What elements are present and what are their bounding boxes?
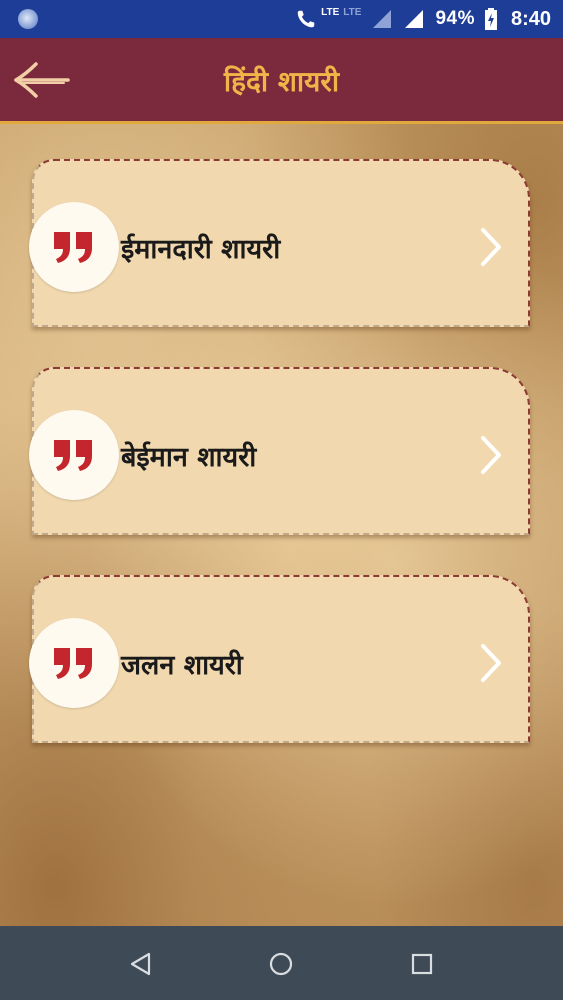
- system-navigation-bar: [0, 926, 563, 1000]
- quote-badge: [29, 410, 119, 500]
- clock-time: 8:40: [510, 7, 551, 30]
- square-recents-icon[interactable]: [408, 950, 436, 978]
- category-label: जलन शायरी: [121, 650, 243, 681]
- app-notification-icon: [18, 9, 38, 29]
- circle-home-icon[interactable]: [267, 950, 295, 978]
- status-bar: LTE LTE 94% 8:40: [0, 0, 563, 38]
- page-title: हिंदी शायरी: [223, 65, 340, 98]
- lte-label: LTE: [321, 6, 340, 18]
- lte-secondary-label: LTE: [343, 6, 362, 18]
- quote-icon: [54, 232, 92, 263]
- chevron-right-icon: [481, 228, 501, 266]
- app-bar: हिंदी शायरी: [0, 38, 563, 124]
- signal-strength-dim-icon: [373, 10, 392, 28]
- category-label: ईमानदारी शायरी: [121, 234, 281, 265]
- quote-badge: [29, 202, 119, 292]
- triangle-back-icon[interactable]: [127, 950, 155, 978]
- quote-icon: [54, 648, 92, 679]
- status-indicators: LTE LTE 94% 8:40: [295, 0, 551, 38]
- wifi-calling-phone-icon: [297, 10, 315, 28]
- category-list: ईमानदारी शायरी बेईमान शायरी जलन शायरी: [0, 124, 563, 926]
- quote-badge: [29, 618, 119, 708]
- quote-icon: [54, 440, 92, 471]
- battery-percent: 94%: [435, 8, 475, 29]
- chevron-right-icon: [481, 436, 501, 474]
- battery-charging-icon: [484, 8, 497, 30]
- chevron-right-icon: [481, 644, 501, 682]
- signal-strength-icon: [405, 10, 424, 28]
- category-label: बेईमान शायरी: [121, 442, 257, 473]
